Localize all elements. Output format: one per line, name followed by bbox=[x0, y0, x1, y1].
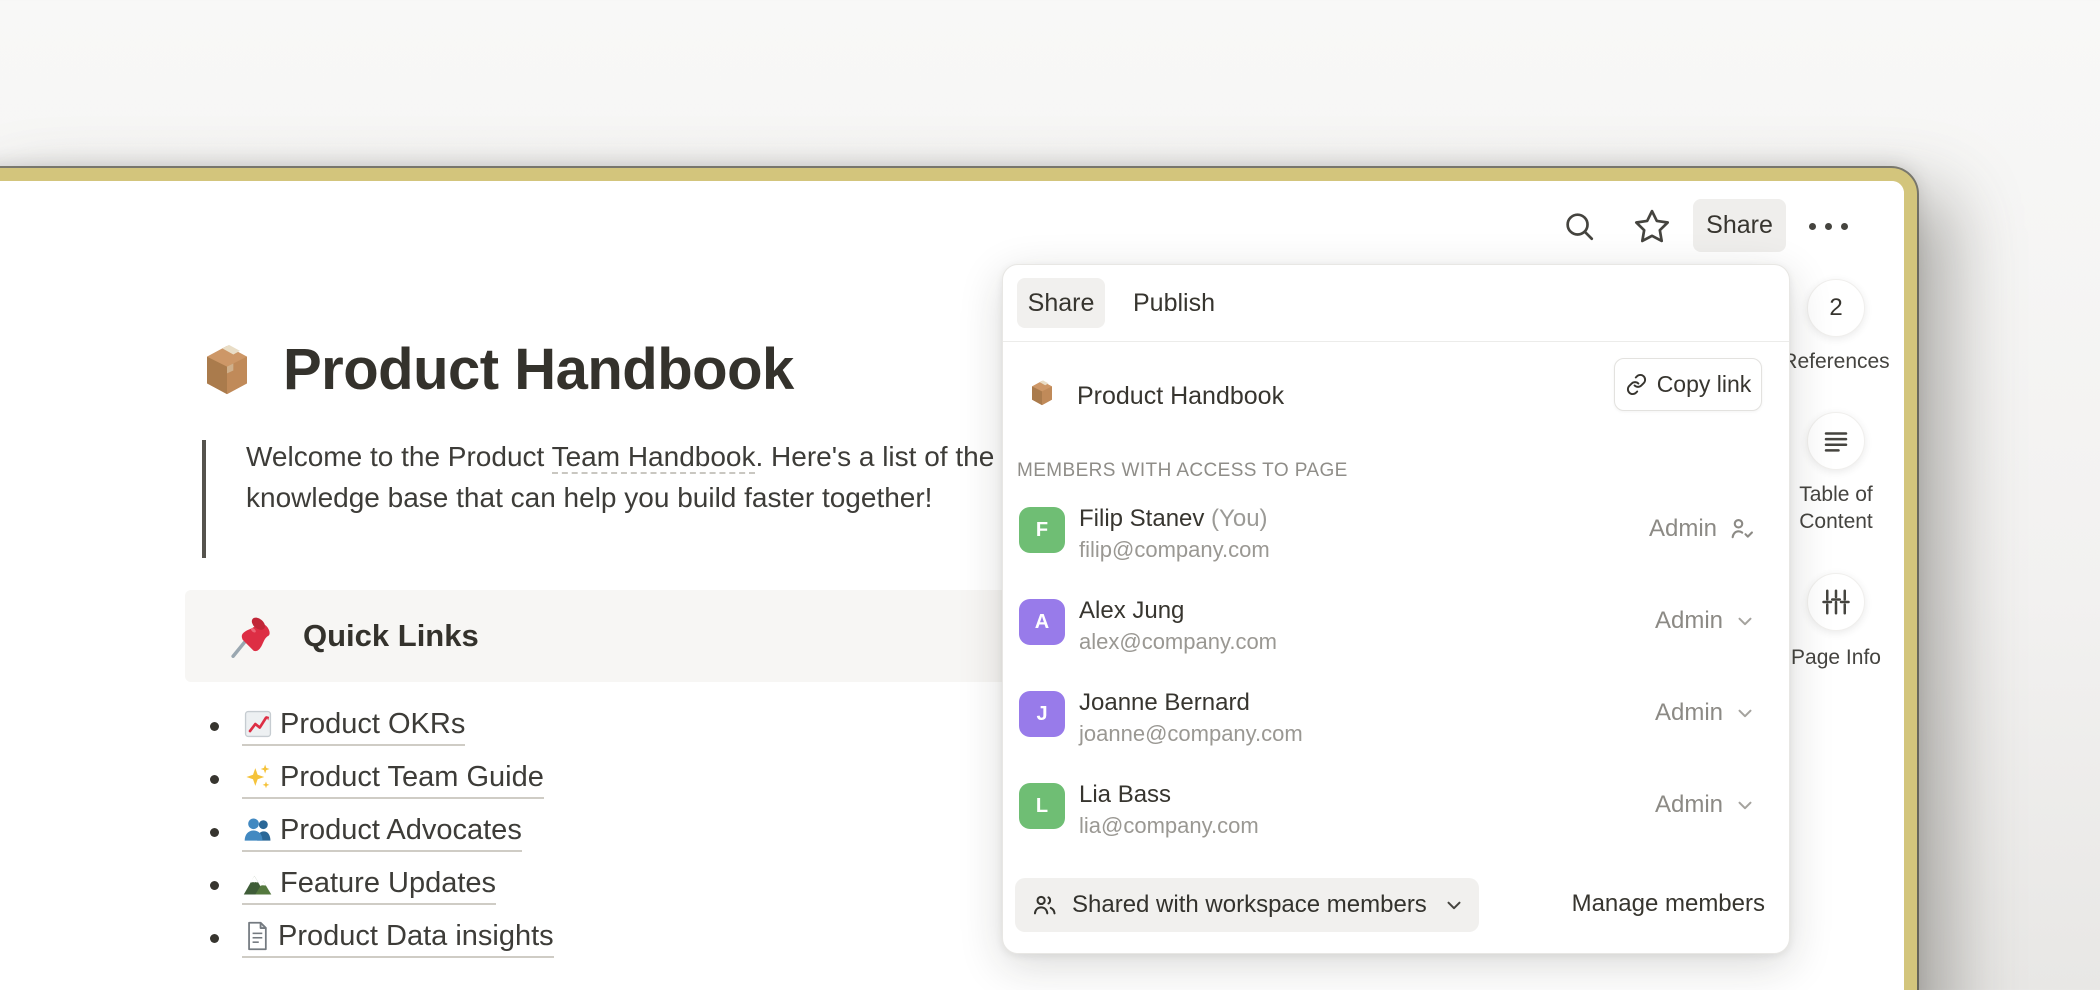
member-role-control[interactable]: Admin bbox=[1655, 699, 1756, 727]
references-count: 2 bbox=[1829, 294, 1842, 322]
manage-members-button[interactable]: Manage members bbox=[1572, 890, 1765, 918]
people-icon bbox=[1031, 892, 1058, 919]
bullet-dot bbox=[210, 828, 219, 837]
avatar: L bbox=[1019, 783, 1065, 829]
page-document-icon bbox=[242, 920, 272, 952]
member-email: alex@company.com bbox=[1079, 629, 1277, 655]
busts-in-silhouette-icon bbox=[242, 814, 274, 846]
tab-share-label: Share bbox=[1028, 289, 1095, 318]
member-row[interactable]: L Lia Bass lia@company.com Admin bbox=[1003, 783, 1789, 863]
page-title-row: Product Handbook bbox=[197, 336, 794, 403]
member-name: Lia Bass bbox=[1079, 781, 1171, 809]
link-label: Feature Updates bbox=[280, 867, 496, 900]
member-email: filip@company.com bbox=[1079, 537, 1270, 563]
member-name: Filip Stanev (You) bbox=[1079, 505, 1268, 533]
chevron-down-icon bbox=[1734, 702, 1756, 724]
member-role-label: Admin bbox=[1649, 515, 1717, 543]
link-label: Product Team Guide bbox=[280, 761, 544, 794]
list-item: Product Advocates bbox=[210, 806, 554, 859]
avatar: A bbox=[1019, 599, 1065, 645]
bullet-dot bbox=[210, 775, 219, 784]
link-feature-updates[interactable]: Feature Updates bbox=[242, 867, 496, 905]
quick-links-list: Product OKRs Product Team Guide bbox=[210, 700, 554, 965]
chevron-down-icon bbox=[1443, 894, 1465, 916]
link-label: Product OKRs bbox=[280, 708, 465, 741]
member-row[interactable]: F Filip Stanev (You) filip@company.com A… bbox=[1003, 507, 1789, 587]
member-role-control[interactable]: Admin bbox=[1655, 791, 1756, 819]
mountain-icon bbox=[242, 867, 274, 899]
member-role-label: Admin bbox=[1655, 699, 1723, 727]
tab-share[interactable]: Share bbox=[1017, 278, 1105, 328]
person-check-icon bbox=[1728, 515, 1756, 543]
link-product-team-guide[interactable]: Product Team Guide bbox=[242, 761, 544, 799]
member-email: lia@company.com bbox=[1079, 813, 1259, 839]
quote-bar bbox=[202, 440, 206, 558]
share-button[interactable]: Share bbox=[1693, 199, 1786, 252]
references-button[interactable]: 2 bbox=[1807, 279, 1865, 337]
member-name: Alex Jung bbox=[1079, 597, 1184, 625]
page-title[interactable]: Product Handbook bbox=[283, 336, 794, 403]
share-scope-label: Shared with workspace members bbox=[1072, 891, 1427, 919]
bullet-dot bbox=[210, 881, 219, 890]
tab-publish-label: Publish bbox=[1133, 289, 1215, 318]
share-scope-dropdown[interactable]: Shared with workspace members bbox=[1015, 878, 1479, 932]
member-role-control[interactable]: Admin bbox=[1655, 607, 1756, 635]
search-icon[interactable] bbox=[1560, 207, 1598, 245]
link-product-okrs[interactable]: Product OKRs bbox=[242, 708, 465, 746]
member-role-label: Admin bbox=[1655, 607, 1723, 635]
avatar: F bbox=[1019, 507, 1065, 553]
members-section-label: MEMBERS WITH ACCESS TO PAGE bbox=[1017, 460, 1348, 482]
member-you-suffix: (You) bbox=[1204, 505, 1267, 532]
dialog-page-title: Product Handbook bbox=[1077, 382, 1284, 411]
share-button-label: Share bbox=[1706, 211, 1773, 240]
table-of-content-button[interactable] bbox=[1807, 412, 1865, 470]
share-dialog: Share Publish Product Handbook Copy link… bbox=[1002, 264, 1790, 954]
link-product-data-insights[interactable]: Product Data insights bbox=[242, 920, 554, 958]
link-label: Product Data insights bbox=[278, 920, 554, 953]
chevron-down-icon bbox=[1734, 794, 1756, 816]
more-options-icon[interactable] bbox=[1796, 200, 1860, 252]
avatar: J bbox=[1019, 691, 1065, 737]
copy-link-button[interactable]: Copy link bbox=[1614, 358, 1762, 411]
link-product-advocates[interactable]: Product Advocates bbox=[242, 814, 522, 852]
list-item: Product Data insights bbox=[210, 912, 554, 965]
package-icon bbox=[197, 340, 257, 400]
member-row[interactable]: J Joanne Bernard joanne@company.com Admi… bbox=[1003, 691, 1789, 771]
link-chain-icon bbox=[1625, 373, 1648, 396]
list-item: Product OKRs bbox=[210, 700, 554, 753]
list-item: Product Team Guide bbox=[210, 753, 554, 806]
page-info-button[interactable] bbox=[1807, 573, 1865, 631]
favorite-star-icon[interactable] bbox=[1630, 204, 1674, 248]
member-email: joanne@company.com bbox=[1079, 721, 1303, 747]
callout-title: Quick Links bbox=[303, 618, 479, 654]
member-role-control[interactable]: Admin bbox=[1649, 515, 1756, 543]
pushpin-icon bbox=[223, 608, 275, 664]
package-icon-small bbox=[1027, 378, 1057, 408]
list-item: Feature Updates bbox=[210, 859, 554, 912]
divider bbox=[1003, 341, 1789, 342]
member-name: Joanne Bernard bbox=[1079, 689, 1250, 717]
bullet-dot bbox=[210, 722, 219, 731]
member-role-label: Admin bbox=[1655, 791, 1723, 819]
chart-increasing-icon bbox=[242, 708, 274, 740]
team-handbook-link[interactable]: Team Handbook bbox=[552, 441, 756, 474]
bullet-dot bbox=[210, 934, 219, 943]
page-info-sliders-icon bbox=[1821, 587, 1851, 617]
tab-publish[interactable]: Publish bbox=[1119, 278, 1229, 328]
link-label: Product Advocates bbox=[280, 814, 522, 847]
copy-link-label: Copy link bbox=[1657, 371, 1752, 398]
member-row[interactable]: A Alex Jung alex@company.com Admin bbox=[1003, 599, 1789, 679]
table-of-content-icon bbox=[1821, 426, 1851, 456]
chevron-down-icon bbox=[1734, 610, 1756, 632]
sparkles-icon bbox=[242, 761, 274, 793]
